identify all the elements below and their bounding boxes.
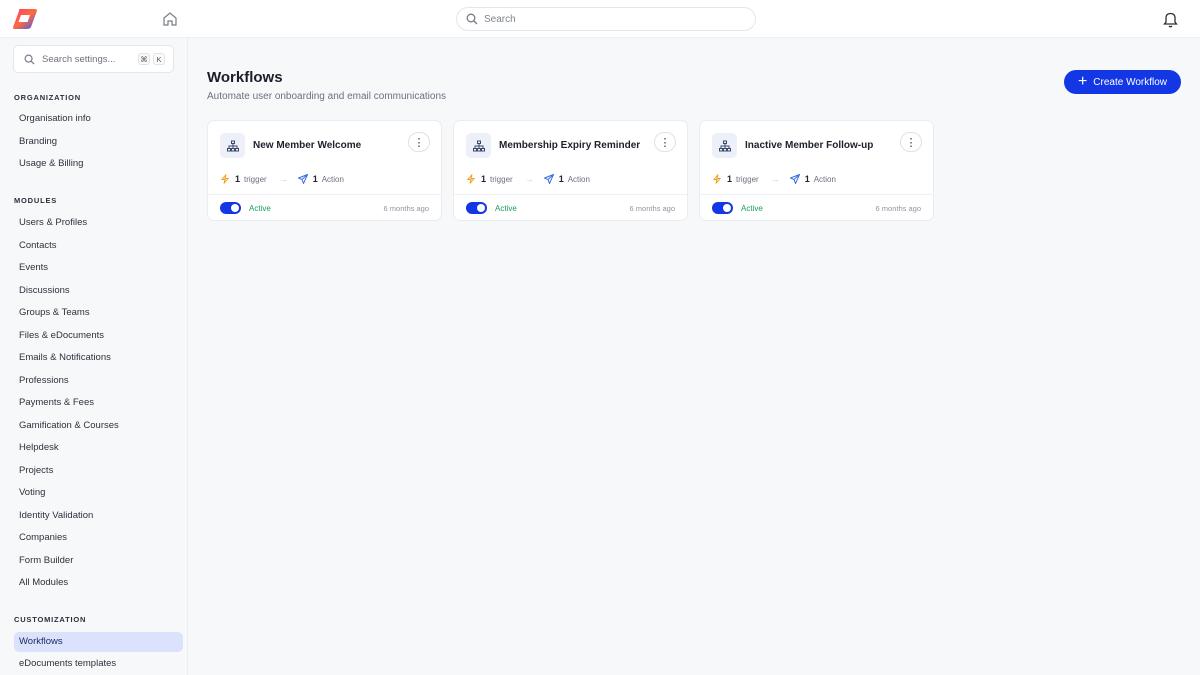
workflow-toggle[interactable] bbox=[220, 202, 241, 214]
sidebar-item-voting[interactable]: Voting bbox=[14, 483, 183, 503]
action-label: Action bbox=[567, 174, 590, 184]
sitemap-icon bbox=[712, 133, 737, 158]
send-icon bbox=[543, 174, 554, 184]
updated-time: 6 months ago bbox=[875, 204, 921, 213]
create-workflow-button[interactable]: + Create Workflow bbox=[1064, 70, 1181, 94]
arrow-right-icon: → bbox=[278, 174, 288, 184]
top-bar bbox=[0, 0, 1200, 38]
status-label: Active bbox=[495, 204, 517, 213]
action-count: 1 bbox=[804, 174, 810, 184]
workflow-title: New Member Welcome bbox=[253, 140, 362, 151]
sidebar-item-payments-fees[interactable]: Payments & Fees bbox=[14, 393, 183, 413]
page-subtitle: Automate user onboarding and email commu… bbox=[207, 91, 447, 102]
bell-icon[interactable] bbox=[1162, 10, 1179, 28]
sidebar-item-identity-validation[interactable]: Identity Validation bbox=[14, 506, 183, 526]
sidebar-item-gamification-courses[interactable]: Gamification & Courses bbox=[14, 416, 183, 436]
lightning-icon bbox=[220, 174, 230, 184]
sidebar-item-usage-billing[interactable]: Usage & Billing bbox=[14, 154, 183, 174]
settings-sidebar: Search settings... ⌘ K ORGANIZATION Orga… bbox=[0, 38, 188, 675]
workflow-card[interactable]: Membership Expiry Reminder ⋮ 1 trigger →… bbox=[453, 120, 688, 221]
shortcut-key-k: K bbox=[153, 53, 165, 65]
lightning-icon bbox=[466, 174, 476, 184]
sidebar-item-helpdesk[interactable]: Helpdesk bbox=[14, 438, 183, 458]
global-search[interactable] bbox=[456, 7, 756, 31]
shortcut-hint: ⌘ K bbox=[138, 53, 168, 65]
trigger-count: 1 bbox=[727, 174, 733, 184]
sidebar-item-events[interactable]: Events bbox=[14, 258, 183, 278]
sidebar-item-users-profiles[interactable]: Users & Profiles bbox=[14, 213, 183, 233]
sidebar-item-all-modules[interactable]: All Modules bbox=[14, 573, 183, 593]
global-search-input[interactable] bbox=[484, 13, 734, 25]
workflow-card[interactable]: Inactive Member Follow-up ⋮ 1 trigger → … bbox=[699, 120, 934, 221]
workflow-stats: 1 trigger → 1 Action bbox=[712, 174, 836, 184]
sidebar-item-edocuments-templates[interactable]: eDocuments templates bbox=[14, 654, 183, 674]
more-vertical-icon[interactable]: ⋮ bbox=[654, 132, 676, 152]
workflow-toggle[interactable] bbox=[712, 202, 733, 214]
home-icon[interactable] bbox=[161, 10, 179, 28]
sidebar-item-groups-teams[interactable]: Groups & Teams bbox=[14, 303, 183, 323]
action-count: 1 bbox=[312, 174, 318, 184]
page-title: Workflows bbox=[207, 69, 283, 86]
sidebar-item-contacts[interactable]: Contacts bbox=[14, 236, 183, 256]
app-logo[interactable] bbox=[12, 7, 38, 31]
settings-search[interactable]: Search settings... ⌘ K bbox=[13, 45, 174, 73]
more-vertical-icon[interactable]: ⋮ bbox=[900, 132, 922, 152]
updated-time: 6 months ago bbox=[383, 204, 429, 213]
trigger-label: trigger bbox=[490, 174, 513, 184]
sidebar-item-companies[interactable]: Companies bbox=[14, 528, 183, 548]
workflow-title: Membership Expiry Reminder bbox=[499, 140, 641, 151]
workflow-title: Inactive Member Follow-up bbox=[745, 140, 874, 151]
trigger-count: 1 bbox=[481, 174, 487, 184]
sidebar-item-workflows[interactable]: Workflows bbox=[14, 632, 183, 652]
section-title-customization: CUSTOMIZATION bbox=[14, 615, 87, 624]
card-divider bbox=[454, 194, 687, 195]
sidebar-item-projects[interactable]: Projects bbox=[14, 461, 183, 481]
sidebar-item-discussions[interactable]: Discussions bbox=[14, 281, 183, 301]
section-title-organization: ORGANIZATION bbox=[14, 93, 81, 102]
sidebar-item-branding[interactable]: Branding bbox=[14, 132, 183, 152]
search-icon bbox=[24, 54, 35, 65]
search-icon bbox=[466, 13, 478, 25]
send-icon bbox=[789, 174, 800, 184]
main-content: Workflows Automate user onboarding and e… bbox=[189, 38, 1200, 675]
workflow-stats: 1 trigger → 1 Action bbox=[466, 174, 590, 184]
sitemap-icon bbox=[466, 133, 491, 158]
lightning-icon bbox=[712, 174, 722, 184]
shortcut-key-cmd: ⌘ bbox=[138, 53, 150, 65]
sidebar-item-form-builder[interactable]: Form Builder bbox=[14, 551, 183, 571]
status-label: Active bbox=[741, 204, 763, 213]
trigger-count: 1 bbox=[235, 174, 241, 184]
updated-time: 6 months ago bbox=[629, 204, 675, 213]
sidebar-item-organisation-info[interactable]: Organisation info bbox=[14, 109, 183, 129]
status-label: Active bbox=[249, 204, 271, 213]
arrow-right-icon: → bbox=[524, 174, 534, 184]
trigger-label: trigger bbox=[244, 174, 267, 184]
action-label: Action bbox=[813, 174, 836, 184]
sitemap-icon bbox=[220, 133, 245, 158]
settings-search-placeholder: Search settings... bbox=[42, 53, 116, 65]
card-divider bbox=[700, 194, 933, 195]
sidebar-item-emails-notifications[interactable]: Emails & Notifications bbox=[14, 348, 183, 368]
more-vertical-icon[interactable]: ⋮ bbox=[408, 132, 430, 152]
workflow-stats: 1 trigger → 1 Action bbox=[220, 174, 344, 184]
sidebar-item-professions[interactable]: Professions bbox=[14, 371, 183, 391]
action-label: Action bbox=[321, 174, 344, 184]
workflow-toggle[interactable] bbox=[466, 202, 487, 214]
sidebar-item-files-edocuments[interactable]: Files & eDocuments bbox=[14, 326, 183, 346]
action-count: 1 bbox=[558, 174, 564, 184]
create-workflow-label: Create Workflow bbox=[1093, 76, 1168, 88]
card-divider bbox=[208, 194, 441, 195]
plus-icon: + bbox=[1077, 72, 1088, 90]
section-title-modules: MODULES bbox=[14, 196, 58, 205]
trigger-label: trigger bbox=[736, 174, 759, 184]
send-icon bbox=[297, 174, 308, 184]
arrow-right-icon: → bbox=[770, 174, 780, 184]
workflow-card[interactable]: New Member Welcome ⋮ 1 trigger → 1 Actio… bbox=[207, 120, 442, 221]
